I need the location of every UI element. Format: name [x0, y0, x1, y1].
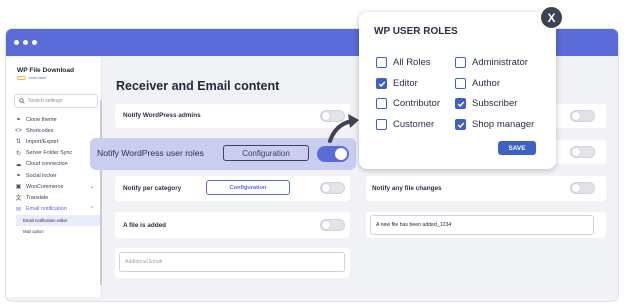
sidebar-item-label: Social locker [26, 172, 57, 179]
save-button[interactable]: SAVE [498, 141, 536, 155]
role-shop-manager[interactable]: Shop manager [455, 119, 534, 130]
checkbox-icon[interactable] [455, 57, 466, 68]
notify-changes-label: Notify any file changes [372, 185, 442, 192]
role-label: Subscriber [472, 98, 518, 109]
toggle-knob [322, 221, 330, 229]
sidebar-item-label: Email notification [26, 206, 67, 213]
role-subscriber[interactable]: Subscriber [455, 98, 517, 109]
checkbox-icon[interactable] [376, 57, 387, 68]
notify-roles-label: Notify WordPress user roles [97, 148, 204, 158]
notify-category-toggle[interactable] [320, 182, 345, 194]
toggle-knob [335, 148, 347, 160]
sidebar-subitem-email-notification-editor[interactable]: Email notification editor [16, 214, 100, 226]
chevron-down-icon: ⌄ [89, 183, 94, 190]
sidebar-nav: ⚭ Clone theme <> Shortcodes ⇅ Import/Exp… [6, 114, 101, 237]
email-subject-input[interactable]: A new file has been added_1234 [370, 215, 594, 235]
notify-category-label: Notify per category [123, 185, 182, 192]
brand-name: JoomUnited [28, 76, 47, 80]
settings-sidebar: WP File Download JoomUnited Search setti… [6, 57, 102, 297]
window-dot-icon [23, 40, 28, 45]
sidebar-item-social-locker[interactable]: ⚭ Social locker [6, 170, 101, 181]
sidebar-item-shortcodes[interactable]: <> Shortcodes [6, 125, 101, 136]
sidebar-item-label: Import/Export [26, 138, 59, 145]
close-button[interactable]: X [539, 5, 564, 30]
import-export-icon: ⇅ [15, 139, 22, 146]
checkbox-checked-icon[interactable] [455, 98, 466, 109]
popup-title: WP USER ROLES [374, 26, 458, 37]
sidebar-item-label: Shortcodes [26, 127, 54, 134]
sidebar-item-woocommerce[interactable]: ▣ WooCommerce ⌄ [6, 181, 101, 192]
role-label: Editor [393, 78, 418, 89]
sidebar-item-cloud-connection[interactable]: ☁ Cloud connection ⌄ [6, 159, 101, 170]
code-icon: <> [15, 127, 23, 134]
search-input[interactable]: Search settings [14, 94, 98, 108]
notify-roles-toggle[interactable] [317, 146, 349, 162]
role-label: Administrator [472, 57, 528, 68]
sidebar-item-label: WooCommerce [26, 183, 64, 190]
brand-logo: JoomUnited [17, 76, 46, 80]
chevron-up-icon: ⌃ [89, 206, 94, 213]
role-all-roles[interactable]: All Roles [376, 57, 431, 68]
role-label: Contributor [393, 98, 440, 109]
notify-admins-label: Notify WordPress admins [123, 112, 201, 119]
right-row-2-toggle[interactable] [570, 146, 595, 158]
file-added-label: A file is added [123, 222, 167, 229]
role-author[interactable]: Author [455, 78, 500, 89]
notify-changes-toggle[interactable] [570, 182, 595, 194]
sync-icon: ↻ [15, 150, 22, 157]
role-label: Shop manager [472, 119, 535, 130]
roles-configuration-button[interactable]: Configuration [223, 145, 309, 161]
toggle-knob [572, 112, 580, 120]
toggle-knob [572, 184, 580, 192]
category-configuration-button[interactable]: Configuration [206, 180, 290, 195]
sidebar-item-label: Clone theme [26, 116, 57, 123]
sidebar-item-translate[interactable]: 文 Translate [6, 192, 101, 203]
toggle-knob [322, 184, 330, 192]
toggle-knob [572, 148, 580, 156]
page-title: Receiver and Email content [116, 79, 280, 93]
sidebar-item-import-export[interactable]: ⇅ Import/Export [6, 136, 101, 147]
translate-icon: 文 [15, 196, 22, 203]
file-added-toggle[interactable] [320, 219, 345, 231]
checkbox-icon[interactable] [376, 119, 387, 130]
window-dot-icon [32, 40, 37, 45]
sidebar-subitem-mail-option[interactable]: Mail option [16, 226, 100, 237]
role-administrator[interactable]: Administrator [455, 57, 528, 68]
sidebar-item-email-notification[interactable]: ✉ Email notification ⌃ [6, 204, 101, 215]
cloud-icon: ☁ [15, 161, 22, 168]
plugin-title: WP File Download [17, 67, 75, 74]
checkbox-checked-icon[interactable] [455, 119, 466, 130]
sidebar-item-clone-theme[interactable]: ⚭ Clone theme [6, 114, 101, 125]
checkbox-icon[interactable] [455, 78, 466, 89]
woocommerce-icon: ▣ [15, 184, 22, 191]
additional-email-input[interactable]: Additional Email [119, 252, 345, 272]
search-placeholder: Search settings [28, 98, 63, 104]
role-label: Author [472, 78, 500, 89]
social-icon: ⚭ [15, 173, 22, 180]
role-editor[interactable]: Editor [376, 78, 418, 89]
right-row-1-toggle[interactable] [570, 110, 595, 122]
window-dot-icon [14, 40, 19, 45]
sidebar-scrollbar[interactable] [100, 100, 102, 285]
email-icon: ✉ [15, 206, 22, 213]
sidebar-item-label: Server Folder Sync [26, 150, 73, 157]
role-label: All Roles [393, 57, 431, 68]
brand-logo-icon [17, 76, 26, 80]
role-label: Customer [393, 119, 435, 130]
role-contributor[interactable]: Contributor [376, 98, 440, 109]
checkbox-icon[interactable] [376, 98, 387, 109]
role-customer[interactable]: Customer [376, 119, 434, 130]
search-icon [19, 98, 25, 104]
sidebar-item-server-folder-sync[interactable]: ↻ Server Folder Sync [6, 148, 101, 159]
share-icon: ⚭ [15, 117, 22, 124]
checkbox-checked-icon[interactable] [376, 78, 387, 89]
sidebar-item-label: Cloud connection [26, 161, 68, 168]
sidebar-item-label: Translate [26, 194, 49, 201]
